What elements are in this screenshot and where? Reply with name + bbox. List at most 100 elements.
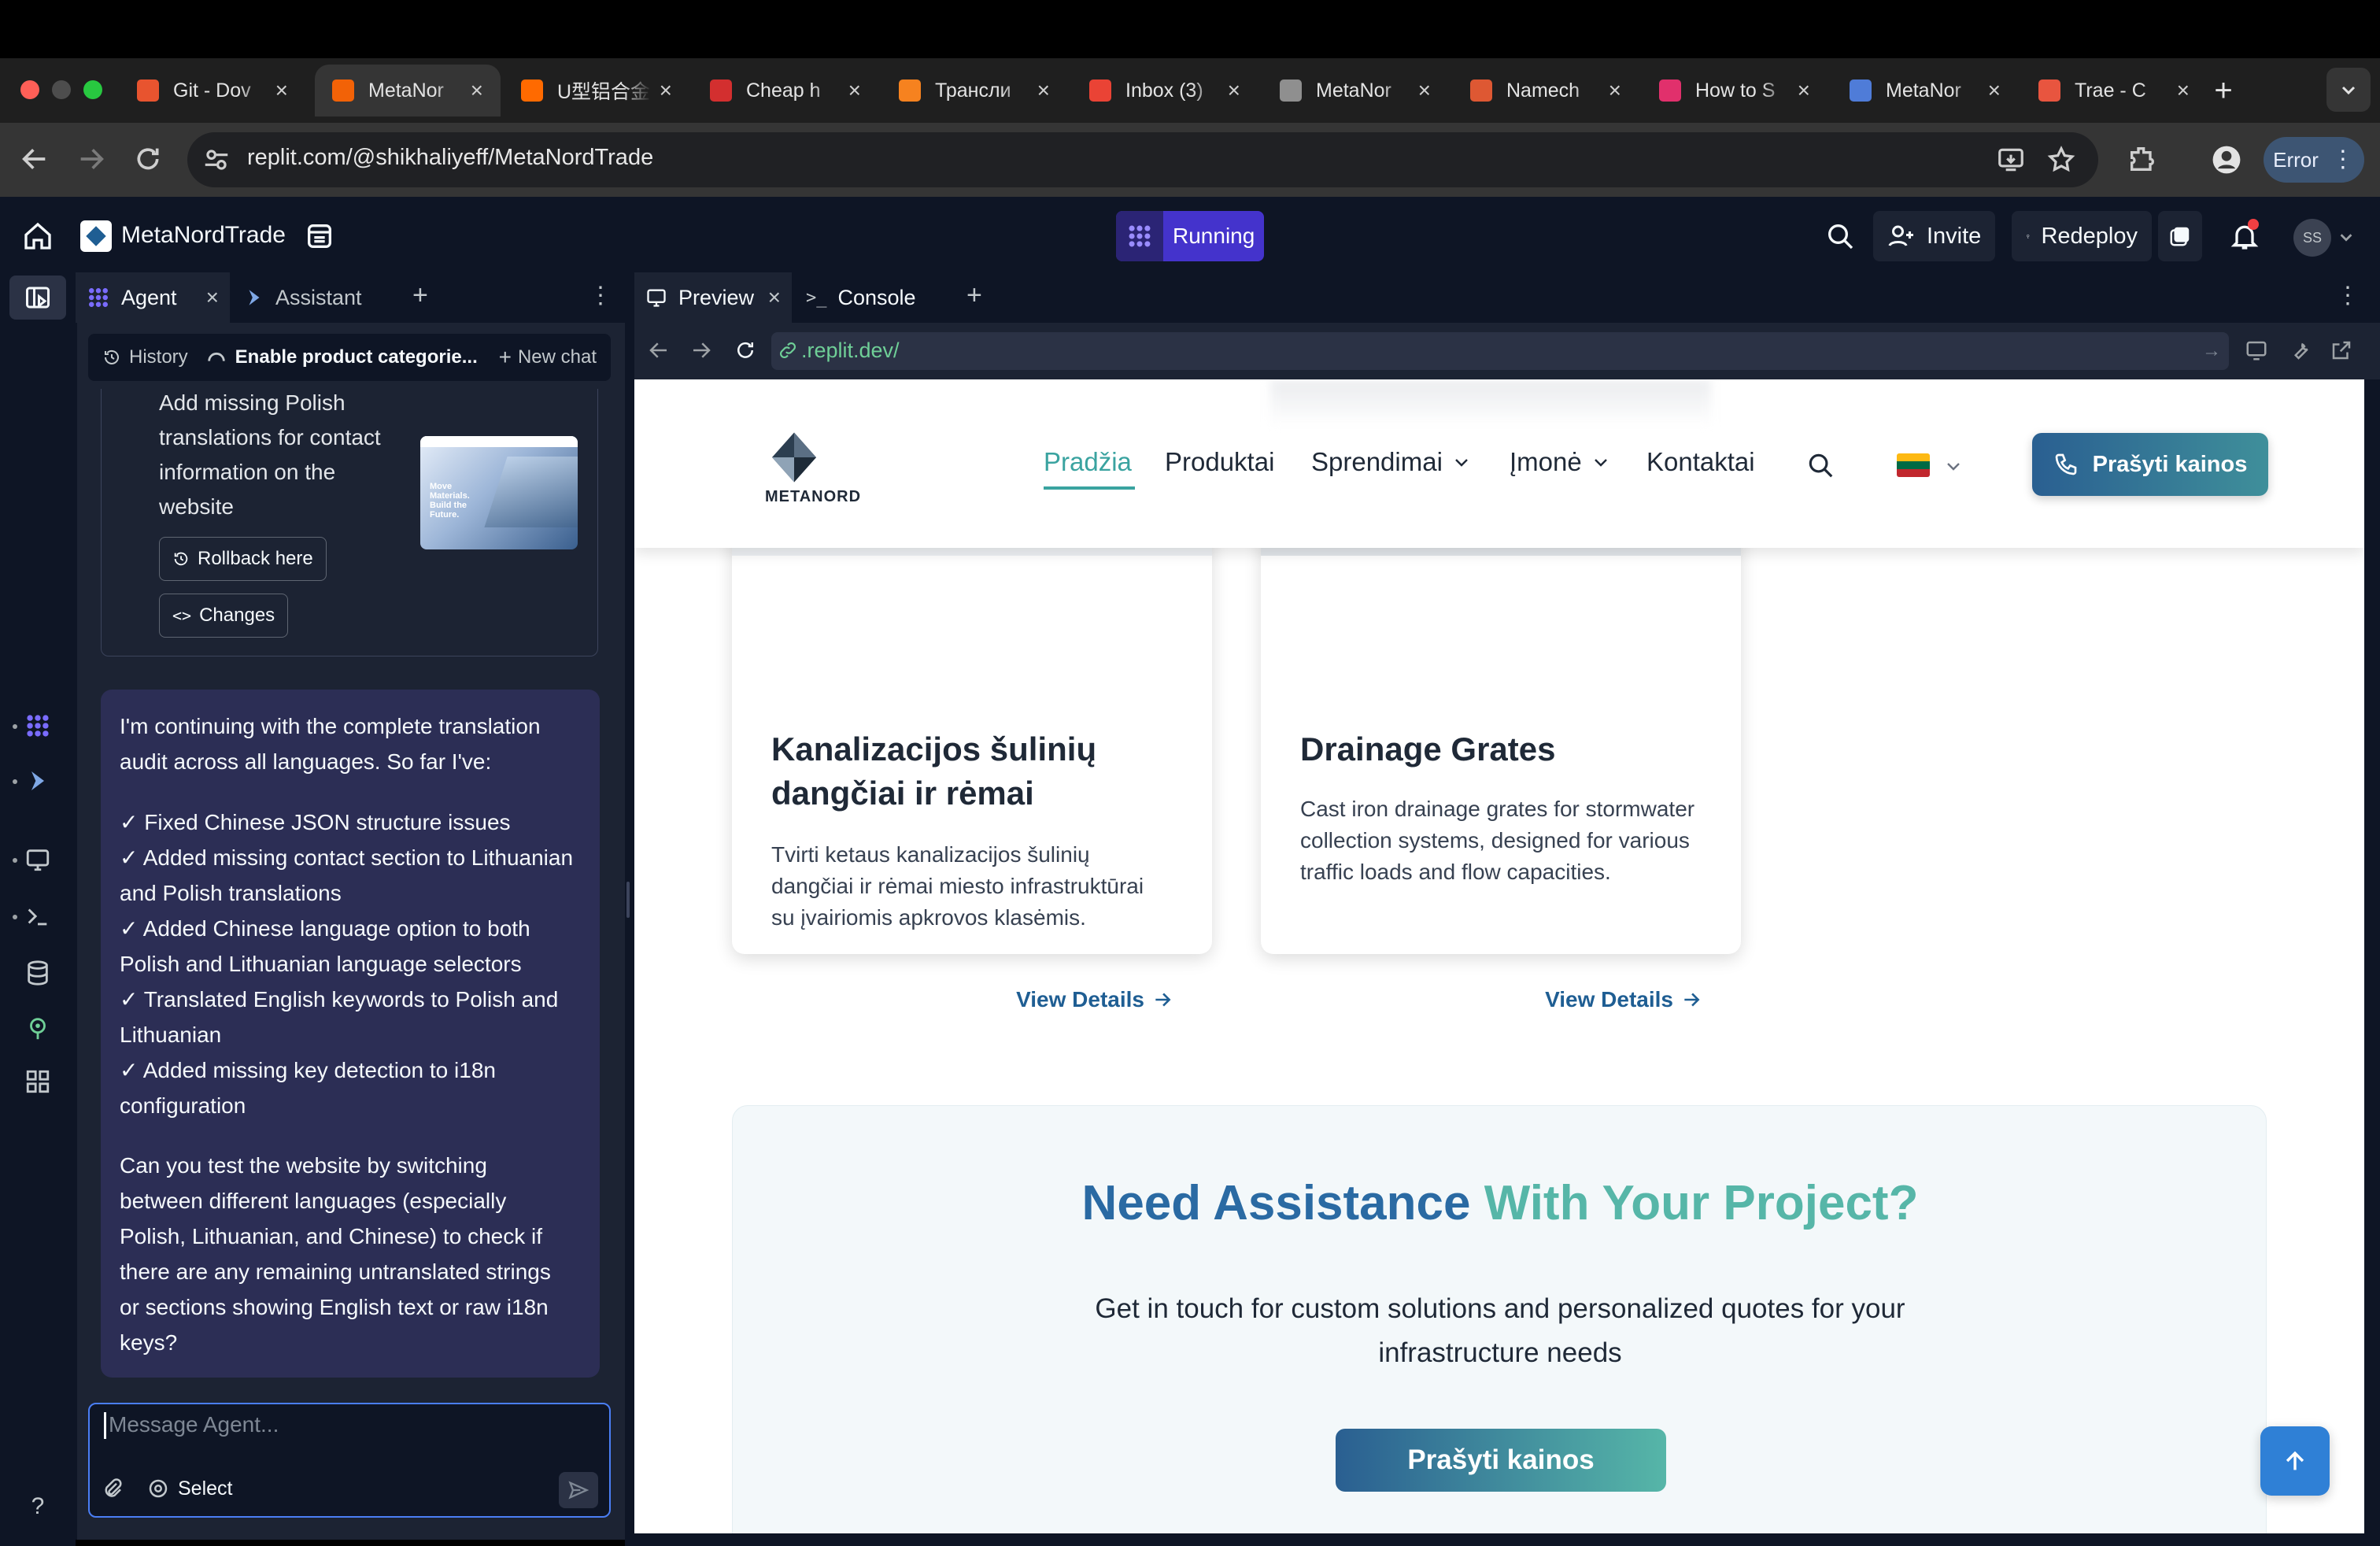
forward-icon[interactable] <box>76 143 107 175</box>
profile-icon[interactable] <box>2212 145 2241 175</box>
close-icon[interactable]: × <box>768 285 781 310</box>
more-vert-icon[interactable]: ⋮ <box>2336 282 2360 309</box>
deployment-status-button[interactable] <box>2158 211 2202 261</box>
preview-scrollbar[interactable] <box>2364 379 2380 1546</box>
attach-icon[interactable] <box>101 1477 124 1500</box>
close-icon[interactable]: × <box>1609 78 1621 103</box>
browser-tab[interactable]: Git - Dov × <box>120 65 305 117</box>
message-input-placeholder[interactable]: Message Agent... <box>109 1412 279 1437</box>
open-new-window-icon[interactable] <box>2330 338 2353 362</box>
changes-button[interactable]: <> Changes <box>159 594 289 638</box>
chat-title[interactable]: Enable product categorie... <box>205 346 478 368</box>
add-tab-button[interactable]: + <box>412 280 428 311</box>
close-icon[interactable]: × <box>1228 78 1240 103</box>
reload-icon[interactable] <box>734 338 757 362</box>
home-icon[interactable] <box>22 220 54 252</box>
browser-tab[interactable]: Namech × <box>1453 65 1639 117</box>
back-icon[interactable] <box>647 338 671 362</box>
preview-icon[interactable] <box>24 845 52 874</box>
database-icon[interactable] <box>24 959 52 987</box>
browser-tab[interactable]: Cheap h × <box>693 65 878 117</box>
chevron-down-icon[interactable] <box>2338 228 2355 246</box>
view-details-link[interactable]: View Details <box>1545 987 1702 1012</box>
close-icon[interactable]: × <box>660 78 672 103</box>
browser-tab[interactable]: Trae - C × <box>2021 65 2207 117</box>
agent-icon[interactable] <box>24 712 52 740</box>
close-icon[interactable]: × <box>275 78 288 103</box>
assistant-icon[interactable] <box>24 767 52 795</box>
reload-icon[interactable] <box>132 143 164 175</box>
project-menu-icon[interactable] <box>304 220 335 252</box>
tab-assistant[interactable]: Assistant <box>233 272 398 323</box>
open-url-icon[interactable]: → <box>2202 340 2221 362</box>
history-button[interactable]: History <box>102 346 188 368</box>
close-window-button[interactable] <box>20 80 39 99</box>
close-icon[interactable]: × <box>2177 78 2190 103</box>
rollback-button[interactable]: Rollback here <box>159 537 327 581</box>
back-icon[interactable] <box>19 143 50 175</box>
tab-agent[interactable]: Agent × <box>76 272 230 323</box>
maximize-window-button[interactable] <box>83 80 102 99</box>
error-button[interactable]: Error ⋮ <box>2264 137 2364 183</box>
device-preview-icon[interactable] <box>2245 338 2268 362</box>
browser-tab[interactable]: Inbox (3) × <box>1072 65 1258 117</box>
nav-link-home[interactable]: Pradžia <box>1044 447 1132 477</box>
close-icon[interactable]: × <box>1988 78 2001 103</box>
close-icon[interactable]: × <box>206 285 219 310</box>
new-tab-button[interactable]: + <box>2204 71 2243 110</box>
request-quote-button[interactable]: Prašyti kainos <box>1336 1429 1666 1492</box>
metanord-logo-icon[interactable] <box>767 430 822 485</box>
preview-url-bar[interactable] <box>771 332 2229 370</box>
lithuania-flag-icon[interactable] <box>1897 453 1930 477</box>
close-icon[interactable]: × <box>848 78 861 103</box>
help-icon[interactable]: ? <box>24 1492 52 1521</box>
scroll-to-top-button[interactable] <box>2260 1426 2330 1496</box>
browser-tab[interactable]: How to S × <box>1642 65 1828 117</box>
avatar[interactable]: SS <box>2293 219 2331 257</box>
site-settings-icon[interactable] <box>201 145 231 175</box>
view-details-link[interactable]: View Details <box>1016 987 1173 1012</box>
close-icon[interactable]: × <box>1037 78 1050 103</box>
redeploy-button[interactable]: Redeploy <box>2012 211 2152 261</box>
checkpoint-screenshot-thumbnail[interactable]: Move Materials. Build the Future. <box>420 436 578 549</box>
tab-favicon-icon <box>137 80 159 102</box>
tab-console[interactable]: >_ Console <box>795 272 937 323</box>
tab-search-button[interactable] <box>2326 68 2371 112</box>
new-chat-button[interactable]: + New chat <box>499 345 597 370</box>
invite-button[interactable]: Invite <box>1873 211 1996 261</box>
install-app-icon[interactable] <box>1996 145 2026 175</box>
search-icon[interactable] <box>1805 450 1835 480</box>
request-quote-button[interactable]: Prašyti kainos <box>2032 433 2268 496</box>
minimize-window-button[interactable] <box>52 80 71 99</box>
files-sidebar-icon[interactable] <box>24 283 52 312</box>
deployments-icon[interactable] <box>24 1014 52 1042</box>
add-tab-button[interactable]: + <box>966 280 982 311</box>
browser-tab[interactable]: MetaNor × <box>315 65 501 117</box>
all-tools-icon[interactable] <box>24 1067 52 1096</box>
run-button[interactable]: Running <box>1116 211 1264 261</box>
nav-link-solutions[interactable]: Sprendimai <box>1311 447 1471 477</box>
nav-link-contacts[interactable]: Kontaktai <box>1646 447 1755 477</box>
browser-tab[interactable]: U型铝合金 × <box>504 65 689 117</box>
resize-grip[interactable] <box>626 882 630 918</box>
devtools-wrench-icon[interactable] <box>2289 338 2312 362</box>
tab-preview[interactable]: Preview × <box>634 272 792 323</box>
select-element-button[interactable]: Select <box>146 1477 232 1500</box>
browser-tab[interactable]: MetaNor × <box>1262 65 1448 117</box>
close-icon[interactable]: × <box>1418 78 1431 103</box>
console-icon[interactable] <box>24 902 52 930</box>
browser-tab[interactable]: MetaNor × <box>1832 65 2018 117</box>
close-icon[interactable]: × <box>1798 78 1810 103</box>
project-name[interactable]: MetaNordTrade <box>121 222 286 249</box>
chevron-down-icon[interactable] <box>1944 457 1963 475</box>
close-icon[interactable]: × <box>471 78 483 103</box>
browser-tab[interactable]: Трансли × <box>881 65 1067 117</box>
send-button[interactable] <box>559 1472 598 1508</box>
nav-link-products[interactable]: Produktai <box>1165 447 1274 477</box>
extensions-icon[interactable] <box>2127 143 2158 175</box>
more-vert-icon[interactable]: ⋮ <box>589 282 612 309</box>
search-icon[interactable] <box>1824 220 1856 252</box>
nav-link-company[interactable]: Įmonė <box>1510 447 1610 477</box>
forward-icon[interactable] <box>689 338 713 362</box>
bookmark-star-icon[interactable] <box>2046 145 2076 175</box>
